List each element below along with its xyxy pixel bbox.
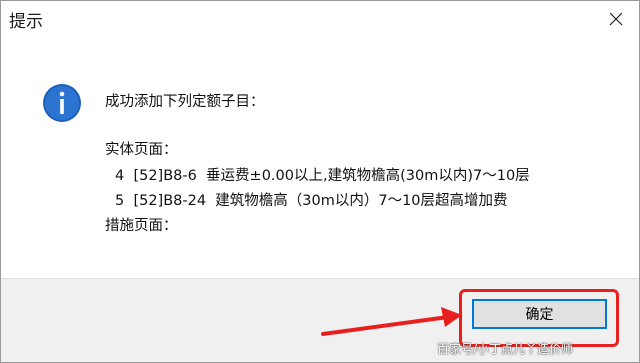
annotation-arrow [321,307,462,336]
watermark: 百家号/小丁点儿丫造价师 [437,342,574,356]
